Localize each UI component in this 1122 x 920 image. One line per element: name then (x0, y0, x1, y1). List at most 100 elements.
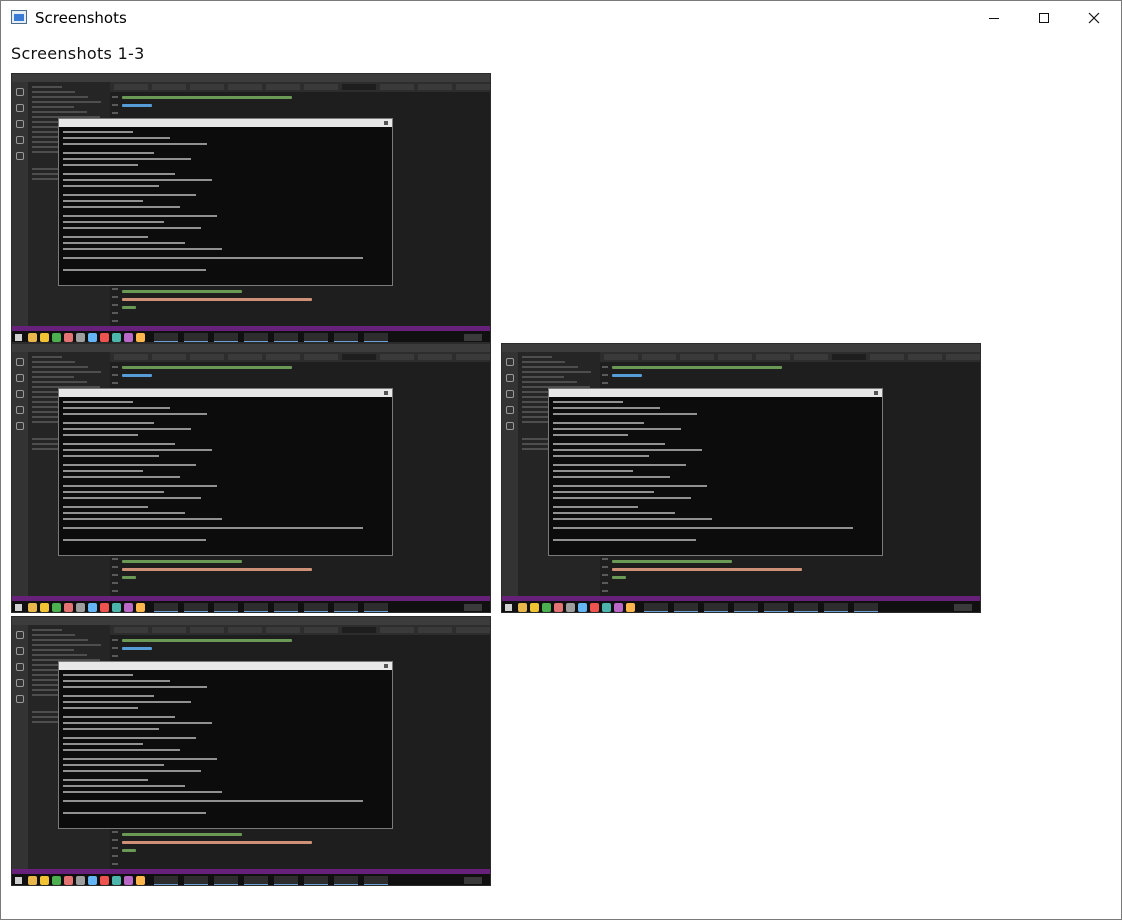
activity-icon (16, 422, 24, 430)
editor-tab (228, 627, 262, 633)
activity-icon (16, 104, 24, 112)
terminal-line (553, 455, 649, 457)
code-line (612, 366, 782, 369)
code-line (122, 366, 292, 369)
terminal-line (63, 164, 138, 166)
terminal-line (63, 137, 170, 139)
taskbar-app-icon (28, 876, 37, 885)
editor-tab (908, 354, 942, 360)
terminal-line (63, 812, 206, 814)
taskbar-window-button (854, 603, 878, 612)
explorer-line (32, 654, 87, 656)
taskbar-window-button (674, 603, 698, 612)
terminal-line (63, 758, 217, 760)
activity-icon (16, 136, 24, 144)
close-icon (384, 391, 388, 395)
taskbar-app-icon (602, 603, 611, 612)
start-icon (15, 334, 22, 341)
line-number (112, 863, 118, 865)
taskbar-window-button (704, 603, 728, 612)
explorer-line (522, 376, 564, 378)
terminal-line (553, 401, 623, 403)
taskbar-app-icon (614, 603, 623, 612)
line-number (112, 296, 118, 298)
terminal-line (63, 779, 148, 781)
terminal-window (58, 118, 393, 286)
explorer-line (522, 366, 578, 368)
activity-bar (12, 625, 28, 869)
explorer-line (32, 371, 101, 373)
taskbar-app-icon (88, 876, 97, 885)
editor-tab (794, 354, 828, 360)
explorer-line (32, 629, 62, 631)
terminal-line (63, 785, 185, 787)
terminal-line (63, 464, 196, 466)
taskbar-window-button (734, 603, 758, 612)
terminal-line (63, 518, 222, 520)
screenshot-thumbnail-4[interactable] (11, 616, 491, 886)
taskbar-app-icon (76, 603, 85, 612)
taskbar-window-button (334, 603, 358, 612)
title-bar[interactable]: Screenshots (1, 1, 1121, 35)
terminal-titlebar (549, 389, 882, 397)
taskbar-app-icon (76, 876, 85, 885)
taskbar-app-icon (88, 603, 97, 612)
windows-taskbar (12, 874, 490, 885)
taskbar-window-button (154, 603, 178, 612)
terminal-line (553, 491, 654, 493)
terminal-line (63, 407, 170, 409)
editor-tab (114, 354, 148, 360)
code-line (612, 568, 802, 571)
line-number (112, 96, 118, 98)
terminal-line (63, 680, 170, 682)
editor-tab (114, 627, 148, 633)
explorer-line (522, 381, 577, 383)
terminal-line (63, 770, 201, 772)
terminal-line (63, 800, 363, 802)
line-number (112, 112, 118, 114)
maximize-button[interactable] (1021, 1, 1067, 35)
line-number (112, 566, 118, 568)
terminal-line (63, 449, 212, 451)
activity-bar (12, 82, 28, 326)
terminal-window (548, 388, 883, 556)
taskbar-app-icon (40, 333, 49, 342)
line-number (112, 647, 118, 649)
editor-tab (832, 354, 866, 360)
screenshot-thumbnail-2[interactable] (11, 343, 491, 613)
terminal-line (553, 497, 691, 499)
explorer-line (32, 634, 75, 636)
terminal-line (553, 434, 628, 436)
taskbar-window-button (154, 876, 178, 885)
windows-taskbar (12, 601, 490, 612)
line-number (112, 590, 118, 592)
code-line (612, 560, 732, 563)
screenshot-thumbnail-1[interactable] (11, 73, 491, 343)
terminal-line (553, 527, 853, 529)
explorer-line (522, 361, 565, 363)
taskbar-app-icon (124, 876, 133, 885)
taskbar-app-icon (124, 333, 133, 342)
taskbar-window-button (244, 333, 268, 342)
explorer-line (32, 376, 74, 378)
editor-tab (642, 354, 676, 360)
terminal-line (63, 737, 196, 739)
screenshot-thumbnail-3[interactable] (501, 343, 981, 613)
taskbar-app-icon (136, 603, 145, 612)
terminal-line (63, 194, 196, 196)
minimize-button[interactable] (971, 1, 1017, 35)
terminal-line (63, 131, 133, 133)
taskbar-app-icon (64, 333, 73, 342)
activity-icon (506, 390, 514, 398)
terminal-line (63, 506, 148, 508)
taskbar-app-icon (100, 876, 109, 885)
activity-icon (16, 374, 24, 382)
taskbar-app-icon (112, 876, 121, 885)
editor-tab (304, 84, 338, 90)
terminal-titlebar (59, 662, 392, 670)
explorer-line (32, 106, 74, 108)
line-number (602, 382, 608, 384)
explorer-line (32, 649, 74, 651)
terminal-line (553, 464, 686, 466)
close-button[interactable] (1071, 1, 1117, 35)
